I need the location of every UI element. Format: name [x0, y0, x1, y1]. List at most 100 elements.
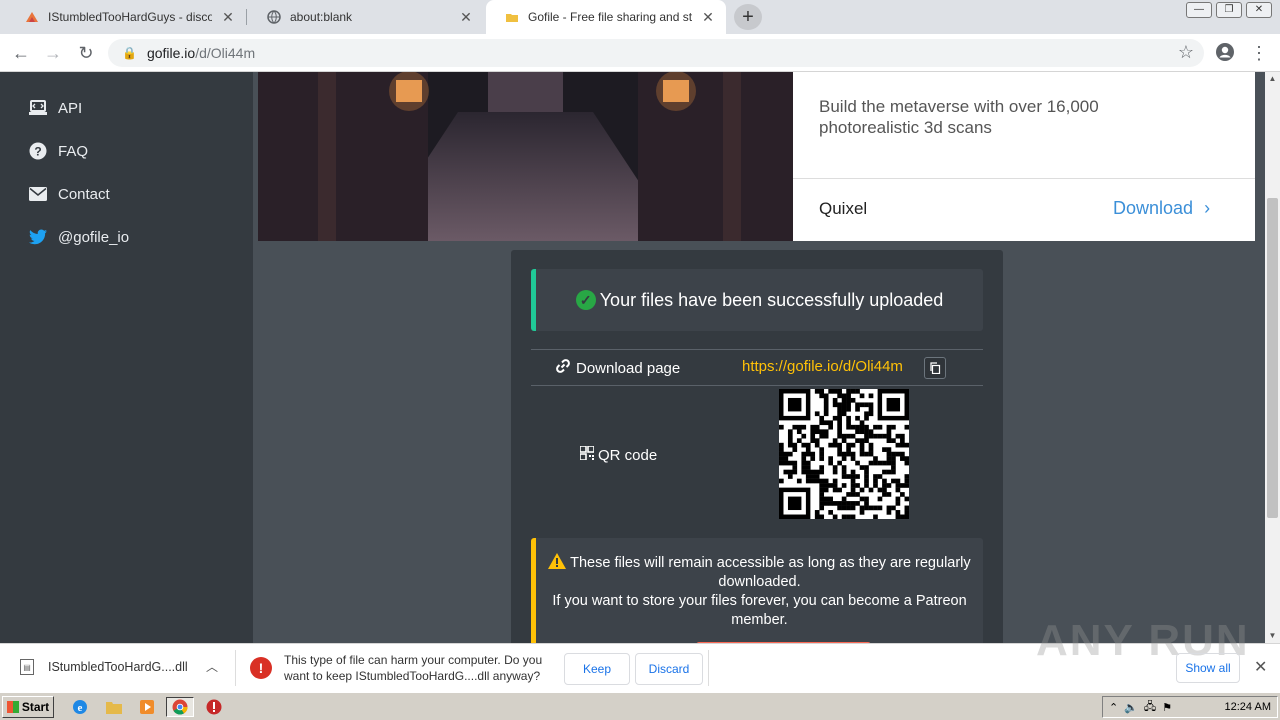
page-content: API ? FAQ Contact @gofile_io Build the m…: [0, 72, 1265, 643]
windows-logo-icon: [6, 701, 19, 713]
svg-text:e: e: [78, 702, 83, 714]
profile-icon[interactable]: [1214, 42, 1236, 64]
media-player-icon[interactable]: [137, 697, 157, 717]
ie-icon[interactable]: e: [70, 697, 90, 717]
tab-title: about:blank: [290, 10, 353, 24]
sidebar-item-faq[interactable]: ? FAQ: [28, 141, 88, 161]
sidebar-item-twitter[interactable]: @gofile_io: [28, 227, 129, 247]
download-warning-message: This type of file can harm your computer…: [284, 653, 543, 683]
qr-code-image: [779, 389, 910, 520]
tab-divider: [246, 9, 247, 25]
system-tray: ⌃ 🔈 🖧 ⚑ 12:24 AM: [1102, 696, 1278, 718]
start-label: Start: [21, 700, 50, 714]
chevron-up-icon[interactable]: ︿: [206, 658, 218, 675]
url-host: gofile.io: [146, 45, 196, 61]
sidebar-item-label: Contact: [58, 185, 110, 203]
back-arrow-icon[interactable]: ←: [10, 42, 32, 64]
tab-about-blank[interactable]: about:blank ✕: [248, 0, 484, 34]
partial-icon: [28, 72, 48, 80]
row-divider: [531, 385, 983, 386]
copy-icon: [930, 362, 941, 374]
ad-headline: Build the metaverse with over 16,000 pho…: [819, 97, 1099, 137]
chevron-right-icon: ›: [1204, 198, 1211, 218]
tab-title: IStumbledTooHardGuys - discord.gg: [48, 10, 212, 24]
tab-discord[interactable]: IStumbledTooHardGuys - discord.gg ✕: [6, 0, 246, 34]
ad-cta-label: Download: [1113, 198, 1194, 218]
volume-icon[interactable]: 🔈: [1124, 701, 1138, 714]
divider: [708, 650, 709, 686]
sidebar-item-label: API: [58, 99, 83, 117]
sidebar: API ? FAQ Contact @gofile_io: [0, 72, 253, 643]
network-icon[interactable]: 🖧: [1144, 698, 1156, 717]
warning-triangle-icon: [548, 553, 570, 571]
retention-warning: These files will remain accessible as lo…: [531, 538, 983, 643]
show-all-button[interactable]: Show all: [1176, 653, 1240, 683]
window-controls: — ❐ ✕: [1182, 2, 1272, 18]
windows-taskbar: Start e ⌃ 🔈 🖧 ⚑ 12:24 AM: [0, 692, 1280, 720]
restore-icon[interactable]: ❐: [1216, 2, 1242, 18]
envelope-icon: [28, 184, 48, 204]
globe-icon: [266, 9, 282, 25]
scroll-up-icon[interactable]: ▲: [1265, 72, 1280, 86]
new-tab-button[interactable]: +: [734, 4, 762, 30]
qrcode-icon: [579, 445, 595, 464]
ad-brand-name: Quixel: [819, 199, 868, 218]
bookmark-star-icon[interactable]: ☆: [1178, 42, 1194, 63]
start-button[interactable]: Start: [2, 696, 54, 718]
copy-button[interactable]: [924, 357, 946, 379]
qr-code-text: QR code: [598, 446, 658, 464]
tray-expand-icon[interactable]: ⌃: [1109, 701, 1118, 714]
ad-divider: [793, 178, 1255, 179]
close-icon[interactable]: ✕: [700, 9, 716, 26]
sidebar-item-label: @gofile_io: [58, 228, 130, 246]
forward-arrow-icon[interactable]: →: [42, 42, 64, 64]
scrollbar-thumb[interactable]: [1267, 198, 1278, 518]
reload-icon[interactable]: ↻: [75, 42, 97, 64]
anyrun-icon: [24, 9, 40, 25]
scroll-down-icon[interactable]: ▼: [1265, 629, 1280, 643]
tab-title: Gofile - Free file sharing and storage: [528, 10, 692, 24]
minimize-icon[interactable]: —: [1186, 2, 1212, 18]
close-icon[interactable]: ✕: [1254, 657, 1267, 677]
sidebar-item-partial[interactable]: [28, 72, 58, 80]
twitter-icon: [28, 227, 48, 247]
close-icon[interactable]: ✕: [220, 9, 236, 26]
sidebar-item-label: FAQ: [58, 142, 89, 160]
row-divider: [531, 349, 983, 350]
keep-button[interactable]: Keep: [564, 653, 630, 685]
ad-image: [258, 72, 793, 241]
tab-strip: IStumbledTooHardGuys - discord.gg ✕ abou…: [0, 0, 1280, 34]
download-url-link[interactable]: https://gofile.io/d/Oli44m: [742, 358, 903, 375]
gofile-icon: [504, 9, 520, 25]
url-path: /d/Oli44m: [195, 45, 256, 61]
close-icon[interactable]: ✕: [458, 9, 474, 26]
file-icon: ▤: [20, 659, 34, 675]
antivirus-icon[interactable]: [204, 697, 224, 717]
download-item[interactable]: ▤ IStumbledTooHardG....dll: [20, 659, 188, 675]
download-shelf: ANY RUN ▤ IStumbledTooHardG....dll ︿ ! T…: [0, 616, 1280, 692]
ad-download-link[interactable]: Download ›: [1113, 198, 1210, 219]
error-circle-icon: !: [250, 657, 272, 679]
folder-icon[interactable]: [104, 697, 124, 717]
sidebar-item-contact[interactable]: Contact: [28, 184, 110, 204]
download-page-label: Download page: [555, 358, 680, 378]
menu-kebab-icon[interactable]: ⋮: [1248, 42, 1270, 64]
warning-text-line1: These files will remain accessible as lo…: [570, 555, 971, 590]
check-circle-icon: ✓: [575, 290, 596, 310]
tab-gofile[interactable]: Gofile - Free file sharing and storage ✕: [486, 0, 726, 34]
sidebar-item-api[interactable]: API: [28, 98, 82, 118]
success-message: Your files have been successfully upload…: [599, 289, 944, 310]
upload-result-card: ✓ Your files have been successfully uplo…: [511, 250, 1003, 643]
clock: 12:24 AM: [1224, 701, 1271, 713]
discard-button[interactable]: Discard: [635, 653, 703, 685]
advertisement-banner[interactable]: Build the metaverse with over 16,000 pho…: [258, 72, 1255, 241]
download-page-text: Download page: [576, 359, 681, 377]
flag-icon[interactable]: ⚑: [1162, 701, 1172, 714]
laptop-icon: [28, 98, 48, 118]
chrome-icon[interactable]: [166, 697, 194, 717]
page-scrollbar[interactable]: ▲ ▼: [1265, 72, 1280, 643]
address-bar[interactable]: 🔒 gofile.io/d/Oli44m ☆: [108, 39, 1204, 67]
warning-text-line2: If you want to store your files forever,…: [552, 593, 967, 628]
close-window-icon[interactable]: ✕: [1246, 2, 1272, 18]
success-alert: ✓ Your files have been successfully uplo…: [531, 269, 983, 331]
